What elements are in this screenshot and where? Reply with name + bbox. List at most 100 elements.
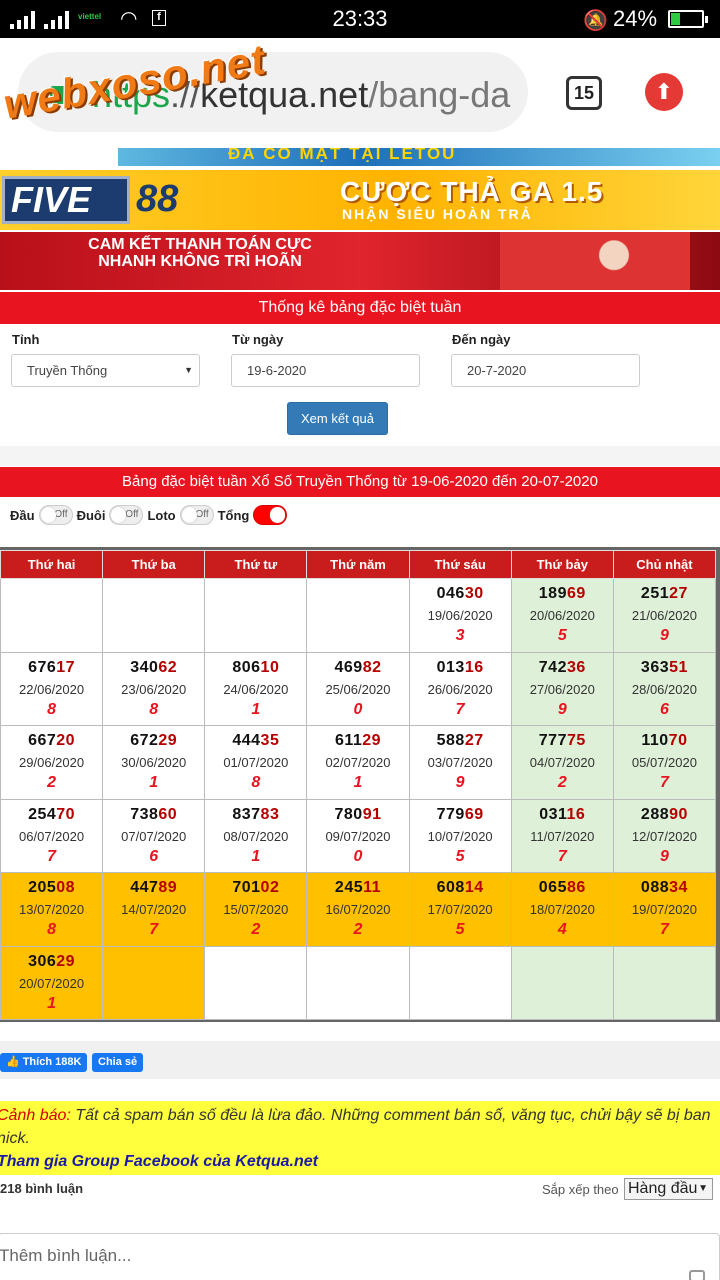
result-tail: 86	[566, 879, 586, 897]
result-head: 110	[641, 732, 669, 750]
sort-select[interactable]: Hàng đầu ▼	[624, 1178, 713, 1200]
result-sum: 7	[149, 921, 159, 939]
table-cell: 36351 28/06/2020 6	[612, 651, 717, 726]
table-cell	[306, 945, 410, 1020]
view-results-button[interactable]: Xem kết quả	[287, 402, 388, 435]
table-cell	[510, 945, 614, 1020]
table-cell: 66720 29/06/2020 2	[0, 725, 104, 800]
ad-banner-five88[interactable]: FIVE 88 CƯỢC THẢ GA 1.5 NHẬN SIÊU HOÀN T…	[0, 170, 720, 230]
comment-input[interactable]: Thêm bình luận...	[0, 1233, 720, 1280]
table-cell: 67229 30/06/2020 1	[102, 725, 206, 800]
result-date: 30/06/2020	[121, 755, 187, 771]
toggle-tong[interactable]	[253, 505, 288, 525]
chevron-down-icon: ▼	[184, 365, 193, 375]
result-sum: 2	[557, 774, 567, 792]
result-head: 065	[538, 879, 567, 897]
table-header-row: Thứ hai Thứ ba Thứ tư Thứ năm Thứ sáu Th…	[0, 550, 717, 579]
table-cell: 67617 22/06/2020 8	[0, 651, 104, 726]
result-sum: 9	[659, 847, 669, 865]
to-date-input[interactable]: 20-7-2020	[451, 354, 640, 387]
result-head: 611	[334, 732, 363, 750]
table-cell: 11070 05/07/2020 7	[612, 725, 717, 800]
ad-banner-commit[interactable]: CAM KẾT THANH TOÁN CỰC NHANH KHÔNG TRÌ H…	[0, 232, 720, 290]
camera-icon[interactable]	[689, 1270, 705, 1280]
result-date: 03/07/2020	[427, 755, 493, 771]
toggle-dau[interactable]: Off	[38, 505, 73, 525]
result-sum: 7	[455, 700, 465, 718]
facebook-like-button[interactable]: 👍 Thích 188K	[0, 1053, 88, 1072]
result-tail: 35	[260, 732, 280, 750]
result-date: 06/07/2020	[19, 828, 85, 844]
result-head: 667	[28, 732, 57, 750]
result-tail: 60	[158, 805, 178, 823]
result-head: 031	[539, 805, 567, 823]
scroll-up-icon[interactable]: ⬆	[645, 73, 683, 111]
promo-title: CƯỢC THẢ GA 1.5	[340, 176, 604, 207]
table-cell: 08834 19/07/2020 7	[612, 872, 717, 947]
result-tail: 34	[669, 879, 688, 897]
result-sum: 0	[353, 847, 363, 865]
sort-select-value: Hàng đầu	[628, 1180, 698, 1197]
facebook-share-button[interactable]: Chia sẻ	[92, 1053, 144, 1072]
result-number: 04630	[410, 585, 511, 603]
result-head: 779	[436, 805, 465, 823]
result-tail: 69	[566, 585, 586, 603]
result-sum: 7	[659, 921, 669, 939]
table-cell: 06586 18/07/2020 4	[510, 872, 614, 947]
toggle-loto[interactable]: Off	[179, 505, 214, 525]
result-date: 12/07/2020	[631, 828, 697, 844]
url-path: /bang-da	[368, 74, 511, 115]
result-sum: 1	[149, 774, 159, 792]
from-date-input[interactable]: 19-6-2020	[231, 354, 420, 387]
from-date-label: Từ ngày	[232, 332, 284, 347]
ad-banner-letou[interactable]: ĐÃ CÓ MẶT TẠI LETOU	[118, 148, 720, 166]
table-cell: 46982 25/06/2020 0	[306, 651, 410, 726]
table-cell	[612, 945, 717, 1020]
result-date: 16/07/2020	[325, 902, 391, 918]
province-select[interactable]: Truyền Thống ▼	[11, 354, 200, 387]
table-cell	[102, 945, 206, 1020]
result-head: 189	[538, 585, 567, 603]
battery-icon	[668, 10, 708, 28]
result-number: 08834	[614, 879, 715, 897]
result-date: 04/07/2020	[529, 755, 595, 771]
col-header-friday: Thứ sáu	[408, 550, 512, 579]
table-cell: 20508 13/07/2020 8	[0, 872, 104, 947]
form-heading: Thống kê bảng đặc biệt tuần	[0, 292, 720, 324]
table-cell: 03116 11/07/2020 7	[510, 798, 614, 873]
result-tail: 62	[158, 658, 178, 676]
result-number: 67229	[103, 732, 204, 750]
facebook-group-link[interactable]: Tham gia Group Facebook của Ketqua.net	[0, 1150, 318, 1173]
table-cell: 25470 06/07/2020 7	[0, 798, 104, 873]
result-sum: 2	[251, 921, 261, 939]
result-head: 363	[640, 658, 670, 676]
result-tail: 16	[464, 658, 484, 676]
result-number: 01316	[410, 659, 511, 677]
result-sum: 8	[47, 921, 57, 939]
toggle-duoi[interactable]: Off	[109, 505, 144, 525]
result-head: 742	[538, 658, 567, 676]
result-sum: 6	[149, 847, 159, 865]
result-tail: 27	[464, 732, 484, 750]
table-cell: 80610 24/06/2020 1	[204, 651, 308, 726]
result-number: 67617	[1, 659, 102, 677]
result-date: 26/06/2020	[427, 681, 493, 697]
province-label: Tỉnh	[12, 332, 40, 347]
five88-logo: FIVE	[2, 176, 130, 224]
result-head: 469	[334, 658, 363, 676]
table-cell	[204, 578, 308, 653]
result-date: 07/07/2020	[121, 828, 187, 844]
result-tail: 89	[158, 879, 178, 897]
result-head: 447	[130, 879, 159, 897]
col-header-wednesday: Thứ tư	[204, 550, 308, 579]
result-number: 60814	[410, 879, 511, 897]
table-heading: Bảng đặc biệt tuần Xổ Số Truyền Thống từ…	[0, 467, 720, 497]
section-divider	[0, 446, 720, 466]
promo-subtitle: NHẬN SIÊU HOÀN TRẢ	[342, 206, 533, 222]
result-date: 23/06/2020	[121, 681, 187, 697]
result-date: 21/06/2020	[631, 608, 697, 624]
result-number: 61129	[307, 732, 408, 750]
result-number: 77969	[410, 806, 511, 824]
tab-switcher-button[interactable]: 15	[566, 76, 602, 110]
result-number: 44789	[103, 879, 204, 897]
